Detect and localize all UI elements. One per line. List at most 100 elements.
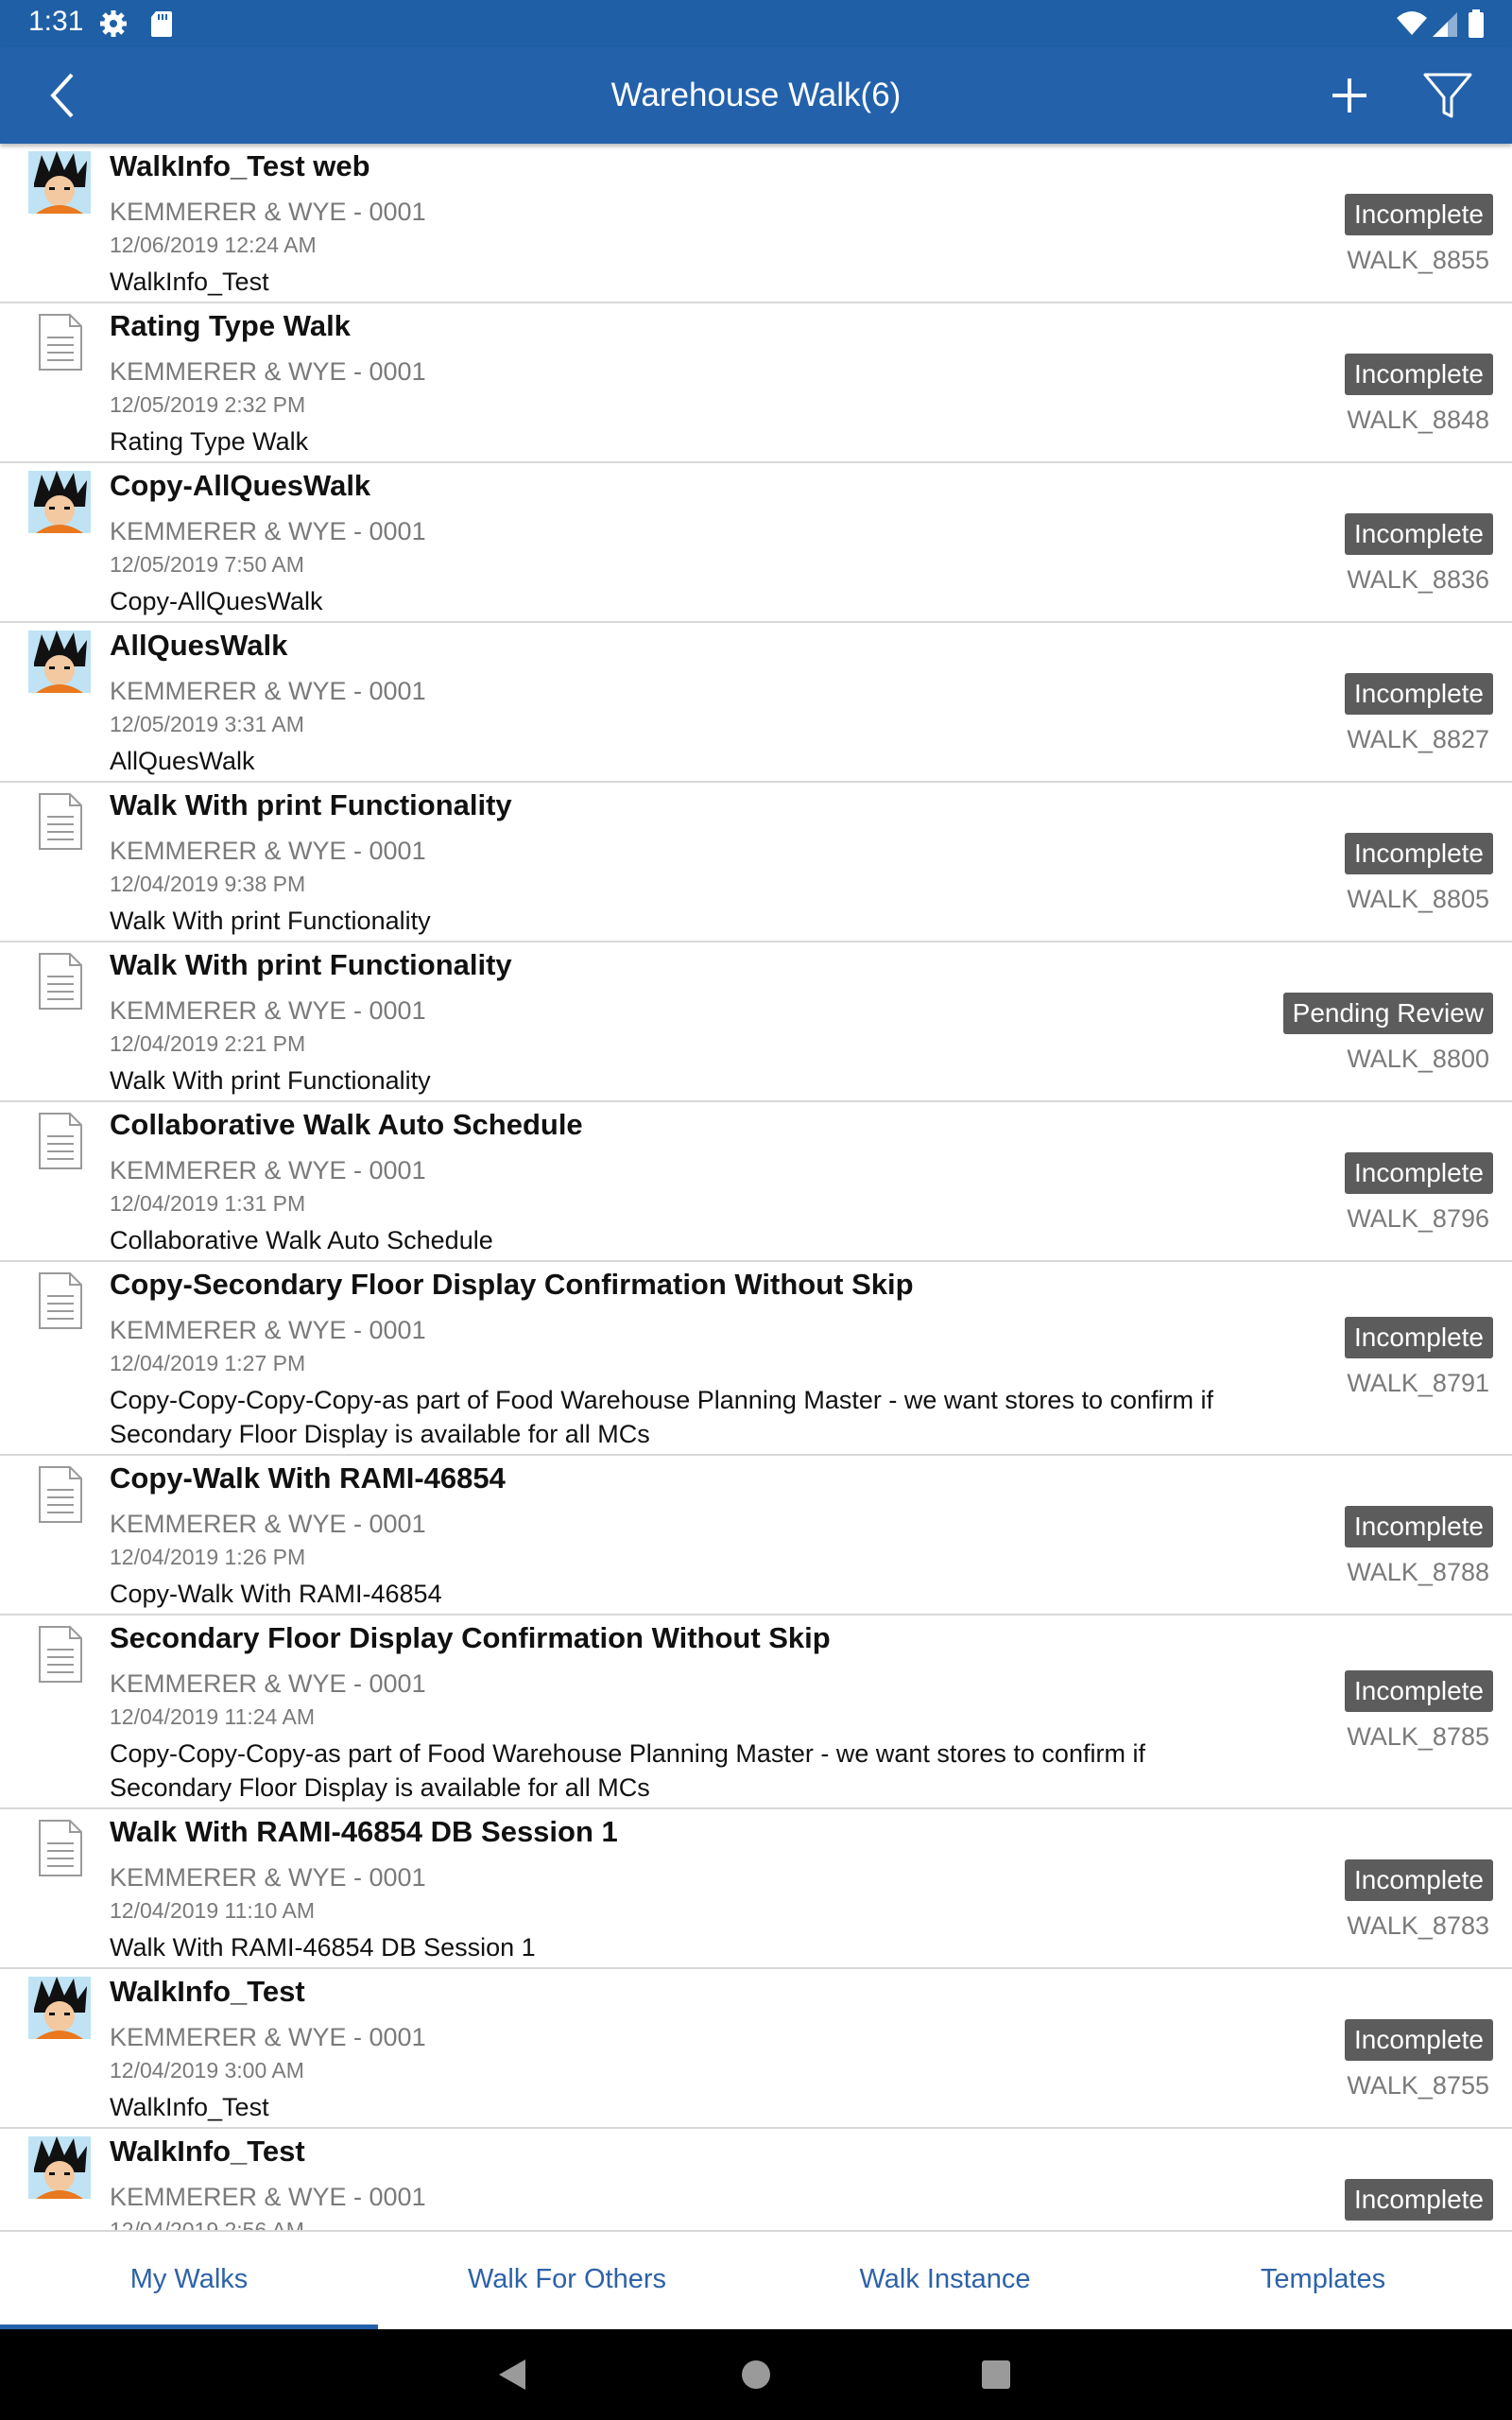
walk-title: Walk With print Functionality (110, 788, 512, 821)
walk-date: 12/05/2019 7:50 AM (110, 552, 304, 577)
walk-row[interactable]: Walk With print Functionality KEMMERER & … (0, 942, 1512, 1102)
walk-row[interactable]: Copy-Walk With RAMI-46854 KEMMERER & WYE … (0, 1456, 1512, 1616)
walk-description: Rating Type Walk (110, 427, 309, 456)
walk-date: 12/05/2019 3:31 AM (110, 712, 304, 736)
nav-recents-button[interactable] (973, 2352, 1019, 2397)
walk-date: 12/04/2019 9:38 PM (110, 872, 306, 896)
filter-icon (1423, 73, 1472, 118)
status-badge: Incomplete (1345, 1670, 1493, 1712)
walk-title: WalkInfo_Test web (110, 149, 370, 182)
walk-code: WALK_8791 (1347, 1369, 1489, 1397)
filter-button[interactable] (1419, 67, 1476, 124)
walk-code: WALK_8848 (1347, 406, 1489, 434)
triangle-back-icon (499, 2360, 525, 2390)
tab-walk-for-others[interactable]: Walk For Others (378, 2232, 756, 2329)
walk-row[interactable]: Walk With print Functionality KEMMERER & … (0, 783, 1512, 942)
walk-row[interactable]: Rating Type Walk KEMMERER & WYE - 0001 12/… (0, 303, 1512, 463)
status-badge: Pending Review (1282, 993, 1493, 1034)
walk-date: 12/04/2019 1:31 PM (110, 1191, 306, 1216)
walk-store: KEMMERER & WYE - 0001 (110, 837, 426, 865)
nav-back-button[interactable] (491, 2352, 537, 2397)
walk-code: WALK_8783 (1347, 1911, 1489, 1940)
walk-date: 12/04/2019 11:24 AM (110, 1704, 315, 1729)
walk-store: KEMMERER & WYE - 0001 (110, 996, 426, 1025)
document-icon (28, 1110, 91, 1172)
tab-templates[interactable]: Templates (1134, 2232, 1512, 2329)
settings-gear-icon (98, 9, 129, 39)
walk-store: KEMMERER & WYE - 0001 (110, 198, 426, 226)
walk-description: Collaborative Walk Auto Schedule (110, 1226, 493, 1254)
walk-title: Walk With print Functionality (110, 948, 512, 981)
walk-row[interactable]: WalkInfo_Test web KEMMERER & WYE - 0001 12… (0, 144, 1512, 303)
sd-card-icon (146, 9, 177, 39)
walk-date: 12/04/2019 3:00 AM (110, 2058, 304, 2083)
square-recents-icon (982, 2360, 1010, 2389)
battery-icon (1467, 9, 1486, 39)
status-badge: Incomplete (1345, 194, 1493, 235)
document-icon (28, 790, 91, 853)
walk-code: WALK_8788 (1347, 1558, 1489, 1586)
walk-title: Copy-AllQuesWalk (110, 469, 371, 502)
system-nav-bar (0, 2329, 1512, 2420)
walk-title: Copy-Secondary Floor Display Confirmatio… (110, 1268, 914, 1301)
walk-store: KEMMERER & WYE - 0001 (110, 2023, 426, 2051)
walk-code: WALK_8785 (1347, 1722, 1489, 1751)
walk-description: Copy-Copy-Copy-Copy-as part of Food Ware… (110, 1386, 1213, 1448)
add-walk-button[interactable] (1321, 67, 1378, 124)
tab-my-walks[interactable]: My Walks (0, 2232, 378, 2329)
walk-code: WALK_8805 (1347, 885, 1489, 913)
walk-row[interactable]: Copy-Secondary Floor Display Confirmatio… (0, 1262, 1512, 1456)
walk-store: KEMMERER & WYE - 0001 (110, 1316, 426, 1344)
walk-row[interactable]: Walk With RAMI-46854 DB Session 1 KEMMERE… (0, 1809, 1512, 1969)
walk-description: Copy-Copy-Copy-as part of Food Warehouse… (110, 1739, 1145, 1802)
wifi-icon (1395, 9, 1429, 39)
document-icon (28, 1463, 91, 1526)
walk-title: AllQuesWalk (110, 629, 288, 662)
walk-date: 12/04/2019 2:21 PM (110, 1031, 306, 1056)
walk-title: Copy-Walk With RAMI-46854 (110, 1461, 506, 1495)
walk-store: KEMMERER & WYE - 0001 (110, 2183, 426, 2211)
walk-row[interactable]: WalkInfo_Test KEMMERER & WYE - 0001 12/04/… (0, 1969, 1512, 2129)
user-avatar (28, 631, 91, 693)
document-icon (28, 950, 91, 1012)
walk-description: Walk With print Functionality (110, 1066, 431, 1095)
walk-code: WALK_8827 (1347, 725, 1489, 753)
walk-code: WALK_8796 (1347, 1204, 1489, 1233)
status-badge: Incomplete (1345, 673, 1493, 715)
walk-title: Rating Type Walk (110, 309, 351, 342)
status-badge: Incomplete (1345, 1506, 1493, 1547)
walk-row[interactable]: Copy-AllQuesWalk KEMMERER & WYE - 0001 12/… (0, 463, 1512, 623)
walk-date: 12/05/2019 2:32 PM (110, 392, 306, 417)
document-icon (28, 1623, 91, 1685)
document-icon (28, 1270, 91, 1332)
document-icon (28, 1817, 91, 1879)
walk-store: KEMMERER & WYE - 0001 (110, 357, 426, 386)
circle-home-icon (742, 2360, 770, 2389)
nav-home-button[interactable] (733, 2352, 779, 2397)
tab-walk-instance[interactable]: Walk Instance (756, 2232, 1134, 2329)
walk-row[interactable]: WalkInfo_Test KEMMERER & WYE - 0001 12/04/… (0, 2129, 1512, 2230)
app-bar: Warehouse Walk(6) (0, 47, 1512, 144)
walk-date: 12/06/2019 12:24 AM (110, 233, 317, 257)
walk-date: 12/04/2019 11:10 AM (110, 1898, 315, 1923)
user-avatar (28, 1977, 91, 2039)
user-avatar (28, 151, 91, 214)
walk-code: WALK_8755 (1347, 2071, 1489, 2100)
walk-row[interactable]: AllQuesWalk KEMMERER & WYE - 0001 12/05/20… (0, 623, 1512, 783)
walk-store: KEMMERER & WYE - 0001 (110, 1863, 426, 1892)
status-badge: Incomplete (1345, 1317, 1493, 1358)
walk-store: KEMMERER & WYE - 0001 (110, 1669, 426, 1698)
bottom-tab-bar: My Walks Walk For Others Walk Instance T… (0, 2230, 1512, 2329)
walk-description: Walk With RAMI-46854 DB Session 1 (110, 1933, 536, 1962)
walk-row[interactable]: Secondary Floor Display Confirmation Wit… (0, 1616, 1512, 1809)
status-time: 1:31 (28, 6, 84, 37)
walk-title: Walk With RAMI-46854 DB Session 1 (110, 1815, 618, 1848)
user-avatar (28, 2136, 91, 2199)
walk-row[interactable]: Collaborative Walk Auto Schedule KEMMERER… (0, 1102, 1512, 1262)
walk-list[interactable]: WalkInfo_Test web KEMMERER & WYE - 0001 12… (0, 144, 1512, 2230)
walk-date: 12/04/2019 1:27 PM (110, 1351, 306, 1375)
walk-description: Walk With print Functionality (110, 907, 431, 935)
user-avatar (28, 471, 91, 533)
walk-date: 12/04/2019 2:56 AM (110, 2218, 304, 2230)
status-badge: Incomplete (1345, 833, 1493, 874)
